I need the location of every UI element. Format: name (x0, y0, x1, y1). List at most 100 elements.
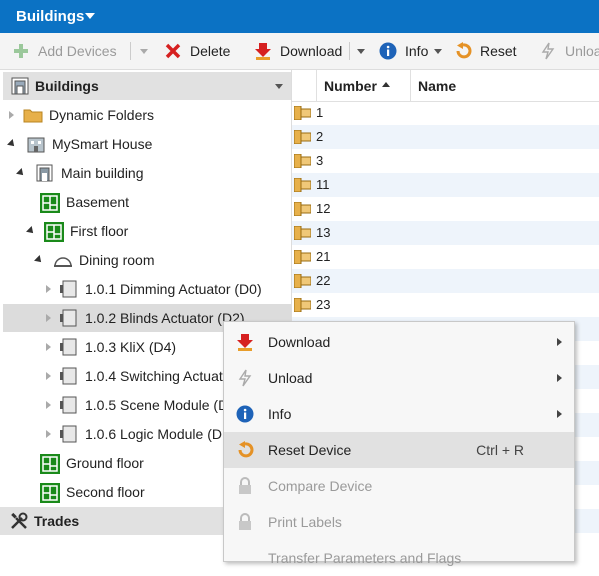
download-dropdown-icon[interactable] (357, 49, 365, 54)
tree-node-first-floor[interactable]: First floor (0, 217, 291, 245)
plus-icon (12, 42, 30, 60)
row-number: 11 (316, 177, 330, 192)
group-address-icon (293, 273, 312, 289)
group-address-icon (293, 225, 312, 241)
column-divider[interactable] (316, 70, 317, 101)
tree-node-device-1-0-1[interactable]: 1.0.1 Dimming Actuator (D0) (0, 275, 291, 303)
menu-item-label: Reset Device (268, 442, 352, 458)
house-icon (26, 135, 46, 153)
group-address-icon (293, 105, 312, 121)
device-icon (59, 280, 79, 298)
buildings-panel-dropdown-icon[interactable] (275, 84, 283, 89)
tree-node-label: 1.0.2 Blinds Actuator (D2) (85, 310, 245, 326)
submenu-arrow-icon (557, 374, 562, 382)
reset-icon (236, 441, 254, 459)
lock-icon (236, 477, 254, 495)
add-devices-button[interactable]: Add Devices (12, 33, 117, 69)
row-number: 12 (316, 201, 331, 216)
window-title[interactable]: Buildings (16, 8, 84, 25)
table-row[interactable]: 2 (292, 125, 599, 149)
submenu-arrow-icon (557, 410, 562, 418)
tree-node-label: 1.0.5 Scene Module (D (85, 397, 229, 413)
submenu-arrow-icon (557, 338, 562, 346)
table-row[interactable]: 11 (292, 173, 599, 197)
unload-lightning-icon (539, 42, 557, 60)
row-number: 3 (316, 153, 324, 168)
reset-button[interactable]: Reset (454, 33, 517, 69)
expand-icon[interactable] (46, 314, 51, 322)
expand-icon[interactable] (46, 343, 51, 351)
delete-button[interactable]: Delete (164, 33, 230, 69)
group-address-icon (293, 249, 312, 265)
collapse-icon[interactable] (26, 226, 36, 236)
menu-item-label: Compare Device (268, 478, 373, 494)
menu-item-info[interactable]: Info (224, 396, 574, 432)
tree-node-label: 1.0.3 KliX (D4) (85, 339, 177, 355)
expand-icon[interactable] (9, 111, 14, 119)
table-row[interactable]: 13 (292, 221, 599, 245)
floor-plan-icon (40, 483, 60, 503)
tree-node-mysmart-house[interactable]: MySmart House (0, 130, 291, 158)
tools-icon (10, 512, 28, 533)
info-button[interactable]: Info (379, 33, 443, 69)
table-row[interactable]: 3 (292, 149, 599, 173)
menu-item-print-labels[interactable]: Print Labels (224, 504, 574, 540)
buildings-panel-header[interactable]: Buildings (3, 72, 291, 100)
tree-node-basement[interactable]: Basement (40, 188, 291, 216)
tree-node-label: Dining room (79, 252, 155, 268)
column-header-number[interactable]: Number (324, 78, 377, 94)
menu-item-download[interactable]: Download (224, 324, 574, 360)
menu-item-compare-device[interactable]: Compare Device (224, 468, 574, 504)
menu-item-label: Unload (268, 370, 313, 386)
unload-button[interactable]: Unloa (539, 33, 599, 69)
expand-icon[interactable] (46, 430, 51, 438)
add-devices-label: Add Devices (38, 43, 117, 59)
expand-icon[interactable] (46, 401, 51, 409)
table-row[interactable]: 1 (292, 101, 599, 125)
download-icon (236, 333, 254, 351)
table-row[interactable]: 23 (292, 293, 599, 317)
tree-node-label: 1.0.6 Logic Module (D (85, 426, 222, 442)
menu-item-label: Print Labels (268, 514, 342, 530)
table-row[interactable]: 21 (292, 245, 599, 269)
column-divider[interactable] (410, 70, 411, 101)
info-icon (379, 42, 397, 60)
trades-panel-title: Trades (34, 513, 80, 529)
add-devices-dropdown-icon[interactable] (140, 49, 148, 54)
row-number: 1 (316, 105, 324, 120)
tree-node-label: Second floor (66, 484, 145, 500)
menu-item-transfer-parameters[interactable]: Transfer Parameters and Flags (224, 540, 574, 576)
collapse-icon[interactable] (34, 255, 44, 265)
column-header-name[interactable]: Name (418, 78, 456, 94)
tree-node-label: Ground floor (66, 455, 144, 471)
group-address-icon (293, 177, 312, 193)
building-icon (11, 77, 29, 98)
title-dropdown-icon[interactable] (85, 13, 95, 19)
download-button[interactable]: Download (254, 33, 342, 69)
lock-icon (236, 513, 254, 531)
reset-icon (454, 42, 472, 60)
table-row[interactable]: 22 (292, 269, 599, 293)
menu-item-reset-device[interactable]: Reset Device Ctrl + R (224, 432, 574, 468)
group-address-icon (293, 129, 312, 145)
info-icon (236, 405, 254, 423)
device-icon (59, 396, 79, 414)
group-address-icon (293, 201, 312, 217)
collapse-icon[interactable] (16, 168, 26, 178)
tree-node-dining-room[interactable]: Dining room (0, 246, 291, 274)
menu-item-label: Info (268, 406, 292, 422)
tree-node-dynamic-folders[interactable]: Dynamic Folders (0, 101, 291, 129)
table-row[interactable]: 12 (292, 197, 599, 221)
tree-node-main-building[interactable]: Main building (0, 159, 291, 187)
tree-node-label: First floor (70, 223, 129, 239)
expand-icon[interactable] (46, 285, 51, 293)
group-address-icon (293, 153, 312, 169)
menu-item-unload[interactable]: Unload (224, 360, 574, 396)
expand-icon[interactable] (46, 372, 51, 380)
buildings-panel-title: Buildings (35, 78, 99, 94)
device-icon (59, 309, 79, 327)
download-label: Download (280, 43, 343, 59)
info-dropdown-icon[interactable] (434, 48, 443, 54)
collapse-icon[interactable] (7, 139, 17, 149)
list-header: Number Name (292, 70, 599, 102)
